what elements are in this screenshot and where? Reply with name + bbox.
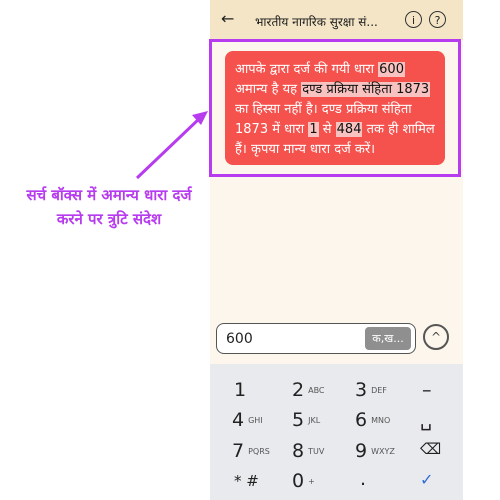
help-icon[interactable]: ? xyxy=(429,11,446,28)
key-3[interactable]: 3 DEF xyxy=(355,379,387,401)
key-0[interactable]: 0 + xyxy=(292,470,315,492)
key-space[interactable]: ␣ xyxy=(420,409,432,431)
annotation-label: सर्च बॉक्स में अमान्य धारा दर्ज करने पर … xyxy=(26,186,192,228)
chevron-up-icon[interactable]: ^ xyxy=(423,324,449,350)
search-value[interactable]: 600 xyxy=(226,331,253,347)
key-dot[interactable]: . xyxy=(360,468,366,490)
key-8[interactable]: 8 TUV xyxy=(292,440,324,462)
numeric-keyboard: 1 2 ABC 3 DEF – 4 GHI 5 JKL 6 MNO ␣ 7 PQRS 8 TU… xyxy=(210,364,463,500)
backspace-icon[interactable]: ⌫ xyxy=(420,440,441,458)
app-bar: ← भारतीय नागरिक सुरक्षा सं... i ? xyxy=(210,0,463,40)
script-toggle-button[interactable]: क,ख... xyxy=(365,327,411,350)
key-2[interactable]: 2 ABC xyxy=(292,379,325,401)
key-6[interactable]: 6 MNO xyxy=(355,409,390,431)
key-5[interactable]: 5 JKL xyxy=(292,409,320,431)
key-1[interactable]: 1 xyxy=(234,379,246,401)
back-arrow-icon[interactable]: ← xyxy=(221,9,234,28)
done-check-icon[interactable]: ✓ xyxy=(420,470,433,489)
key-dash[interactable]: – xyxy=(422,379,432,401)
key-star-hash[interactable]: * # xyxy=(234,472,259,490)
key-7[interactable]: 7 PQRS xyxy=(232,440,270,462)
key-4[interactable]: 4 GHI xyxy=(232,409,263,431)
info-icon[interactable]: i xyxy=(405,11,422,28)
key-9[interactable]: 9 WXYZ xyxy=(355,440,395,462)
submit-button[interactable]: ^ xyxy=(422,323,456,354)
page-title: भारतीय नागरिक सुरक्षा सं... xyxy=(255,15,378,29)
highlight-frame xyxy=(209,39,461,177)
search-input[interactable]: 600 क,ख... xyxy=(216,323,416,354)
